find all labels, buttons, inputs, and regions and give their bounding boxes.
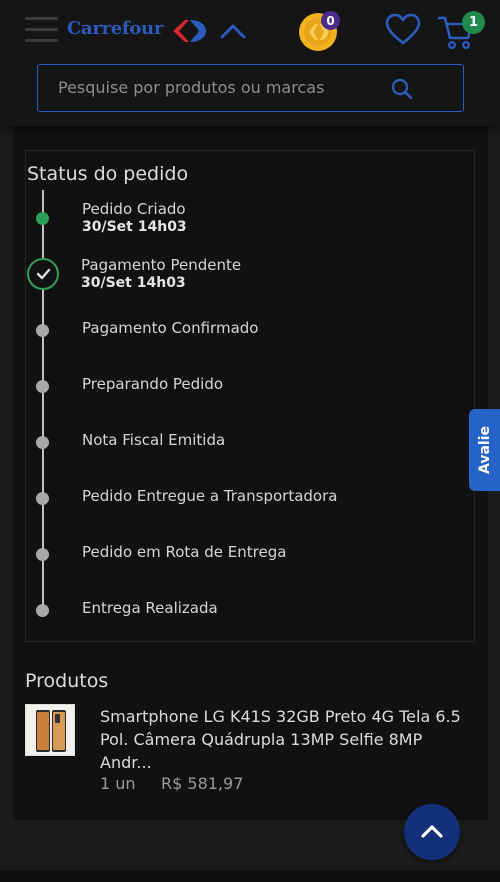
product-image[interactable] bbox=[25, 704, 75, 756]
step-done-dot bbox=[36, 212, 49, 225]
search-input[interactable]: Pesquise por produtos ou marcas bbox=[37, 64, 464, 112]
avalie-feedback-tab[interactable]: Avalie bbox=[469, 409, 500, 491]
order-panel: Status do pedido Pedido Criado 30/Set 14… bbox=[13, 126, 488, 820]
menu-icon[interactable] bbox=[25, 17, 59, 43]
step-label: Nota Fiscal Emitida bbox=[82, 431, 226, 449]
step-pending-dot bbox=[36, 324, 49, 337]
heart-icon[interactable] bbox=[384, 12, 422, 46]
coin-badge: 0 bbox=[321, 11, 340, 30]
footer-strip bbox=[0, 870, 500, 882]
step-pending-dot bbox=[36, 548, 49, 561]
scroll-to-top-button[interactable] bbox=[404, 804, 460, 860]
step-pending-dot bbox=[36, 604, 49, 617]
carrefour-logo-icon[interactable] bbox=[166, 17, 208, 45]
step-pending-dot bbox=[36, 492, 49, 505]
cart-badge: 1 bbox=[462, 11, 485, 34]
chevron-up-icon bbox=[421, 825, 443, 838]
chevron-up-icon[interactable] bbox=[219, 22, 247, 40]
timeline-line bbox=[42, 190, 44, 608]
step-pending-dot bbox=[36, 380, 49, 393]
step-pending-dot bbox=[36, 436, 49, 449]
product-quantity: 1 un bbox=[100, 774, 136, 793]
status-title: Status do pedido bbox=[27, 163, 189, 185]
check-icon bbox=[27, 258, 59, 290]
step-label: Preparando Pedido bbox=[82, 375, 224, 393]
step-label: Pedido Entregue a Transportadora bbox=[82, 487, 338, 505]
avalie-label: Avalie bbox=[476, 425, 493, 475]
step-label: Entrega Realizada bbox=[82, 599, 218, 617]
step-date: 30/Set 14h03 bbox=[81, 275, 186, 291]
products-title: Produtos bbox=[25, 670, 109, 692]
search-icon[interactable] bbox=[390, 77, 414, 101]
product-price: R$ 581,97 bbox=[161, 774, 244, 793]
step-label: Pedido em Rota de Entrega bbox=[82, 543, 287, 561]
step-label: Pagamento Confirmado bbox=[82, 319, 259, 337]
step-label: Pedido Criado bbox=[82, 200, 186, 218]
app-header: Carrefour 0 1 Pesquise por produtos ou m… bbox=[0, 0, 500, 126]
step-date: 30/Set 14h03 bbox=[82, 219, 187, 235]
search-placeholder[interactable]: Pesquise por produtos ou marcas bbox=[58, 78, 324, 97]
step-label: Pagamento Pendente bbox=[81, 256, 242, 274]
brand-logo-text[interactable]: Carrefour bbox=[67, 18, 163, 39]
product-name[interactable]: Smartphone LG K41S 32GB Preto 4G Tela 6.… bbox=[100, 705, 478, 774]
